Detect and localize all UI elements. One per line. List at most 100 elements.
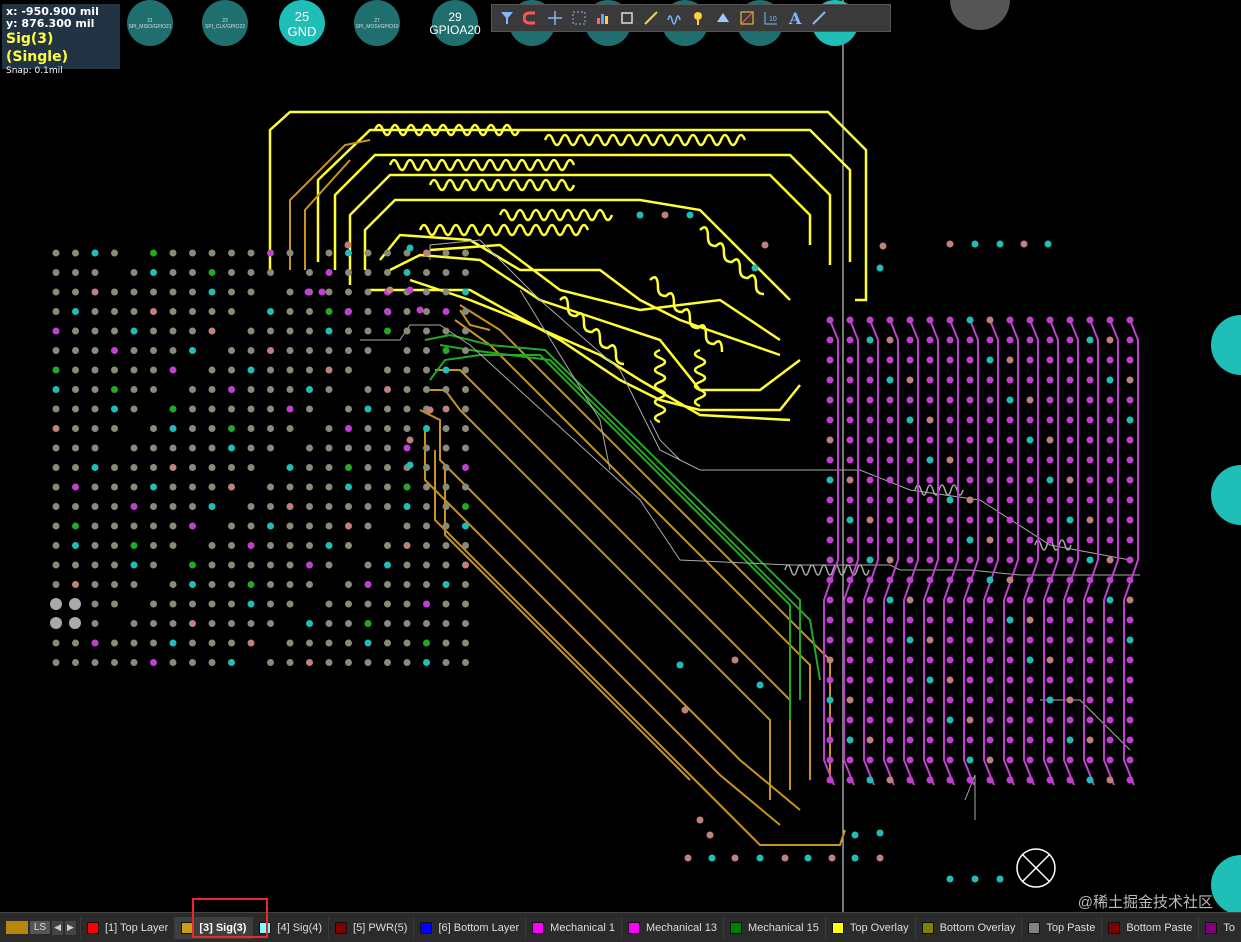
via-dot <box>150 503 157 510</box>
layer-tab-label: Top Paste <box>1046 921 1096 934</box>
via-dot <box>286 327 294 335</box>
scroll-left-icon[interactable]: ◀ <box>52 920 64 935</box>
current-layer-swatch[interactable] <box>6 921 28 934</box>
via-dot <box>189 464 196 471</box>
magnet-icon[interactable] <box>520 7 542 29</box>
via-dot <box>826 596 834 604</box>
via-dot <box>971 875 979 883</box>
via-dot <box>228 425 235 432</box>
layer-tab[interactable]: [5] PWR(5) <box>328 916 413 939</box>
via-dot <box>52 405 60 413</box>
snap-readout: Snap: 0.1mil <box>6 66 63 76</box>
via-dot <box>267 659 274 666</box>
text-icon[interactable]: A <box>784 7 806 29</box>
via-dot <box>986 716 994 724</box>
layer-tab[interactable]: Top Overlay <box>824 916 915 939</box>
pcb-canvas[interactable]: 21 SPI_MISO/GPIO21 23 SPI_CLK/GPIO22 25 … <box>0 0 1241 912</box>
via-dot <box>91 620 99 627</box>
y-readout: y: 876.300 mil <box>6 17 95 30</box>
via-dot <box>169 542 177 549</box>
layer-tab[interactable]: Mechanical 13 <box>621 916 723 939</box>
layer-tab[interactable]: Bottom Overlay <box>914 916 1022 939</box>
via-dot <box>150 269 157 276</box>
route-icon[interactable] <box>640 7 662 29</box>
via-dot <box>946 875 954 883</box>
via-dot <box>247 327 255 335</box>
layer-tab[interactable]: [6] Bottom Layer <box>413 916 525 939</box>
via-dot <box>345 581 352 588</box>
via-dot <box>91 659 99 666</box>
via-dot <box>364 581 372 588</box>
chart-icon[interactable] <box>592 7 614 29</box>
via-dot <box>286 347 294 354</box>
via-dot <box>72 464 79 471</box>
via-dot <box>52 308 60 315</box>
via-dot <box>676 661 684 669</box>
filter-icon[interactable] <box>496 7 518 29</box>
layer-tab[interactable]: Bottom Paste <box>1101 916 1198 939</box>
pin-icon[interactable] <box>688 7 710 29</box>
scroll-right-icon[interactable]: ▶ <box>65 920 76 935</box>
via-dot <box>208 639 216 647</box>
layer-tab[interactable]: Mechanical 15 <box>722 916 825 939</box>
layer-tab-label: [6] Bottom Layer <box>438 921 520 934</box>
via-dot <box>208 425 216 432</box>
select-rect-icon[interactable] <box>568 7 590 29</box>
via-dot <box>306 366 313 374</box>
via-dot <box>423 522 430 530</box>
via-dot <box>1126 696 1134 704</box>
layer-tab[interactable]: To <box>1198 916 1241 939</box>
via-dot <box>442 366 450 374</box>
via-dot <box>189 405 196 413</box>
via-dot <box>966 636 974 644</box>
dimension-icon[interactable]: 10 <box>760 7 782 29</box>
via-dot <box>946 656 954 664</box>
via-dot <box>189 327 196 335</box>
via-dot <box>1046 656 1054 664</box>
via-dot <box>1086 776 1094 784</box>
via-dot <box>91 639 99 647</box>
via-dot <box>423 542 430 549</box>
via-dot <box>72 425 79 432</box>
via-dot <box>462 249 469 257</box>
via-dot <box>91 288 99 296</box>
via-dot <box>462 444 469 452</box>
layer-tab[interactable]: Mechanical 1 <box>525 916 621 939</box>
via-dot <box>150 308 157 315</box>
via-dot <box>247 600 255 608</box>
component-icon[interactable] <box>616 7 638 29</box>
via-dot <box>462 620 469 627</box>
via-dot <box>111 425 118 432</box>
via-dot <box>1106 356 1114 364</box>
via-dot <box>325 366 333 374</box>
via-dot <box>442 308 450 315</box>
layer-tab[interactable]: Top Paste <box>1021 916 1101 939</box>
via-dot <box>731 656 739 664</box>
via-dot <box>462 503 469 510</box>
via-dot <box>189 639 196 647</box>
layer-set-button[interactable]: LS <box>29 921 51 934</box>
via-dot <box>169 249 177 257</box>
via-dot <box>846 696 854 704</box>
via-dot <box>423 308 430 315</box>
interactive-length-icon[interactable] <box>664 7 686 29</box>
via-dot <box>1046 736 1054 744</box>
via-dot <box>50 617 62 629</box>
via-dot <box>169 405 177 413</box>
via-dot <box>826 396 834 404</box>
via-dot <box>906 656 914 664</box>
via-dot <box>364 561 372 569</box>
line-icon[interactable] <box>808 7 830 29</box>
crosshair-icon[interactable] <box>544 7 566 29</box>
layer-tab[interactable]: [1] Top Layer <box>79 916 174 939</box>
via-dot <box>406 244 414 252</box>
via-dot <box>946 576 954 584</box>
via-dot <box>926 496 934 504</box>
via-dot <box>50 598 62 610</box>
via-dot <box>828 854 836 862</box>
polygon-icon[interactable] <box>712 7 734 29</box>
via-dot <box>52 444 60 452</box>
via-dot <box>886 536 894 544</box>
via-dot <box>325 386 333 393</box>
via-icon[interactable] <box>736 7 758 29</box>
